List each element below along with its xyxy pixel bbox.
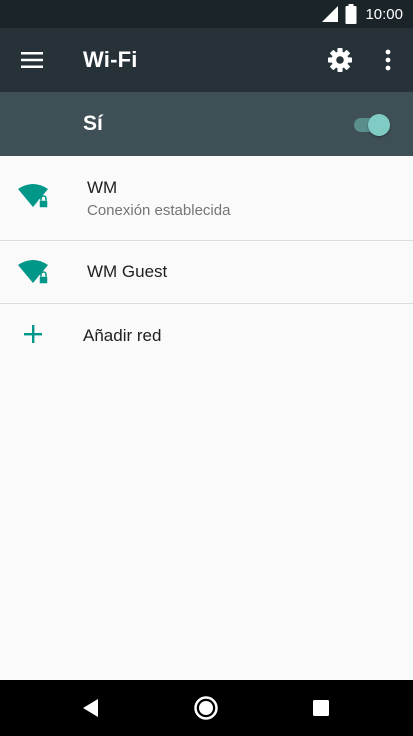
wifi-lock-icon — [18, 184, 49, 209]
network-name: WM — [87, 178, 118, 197]
network-list: WM Conexión establecida WM Guest Añadir … — [0, 156, 413, 368]
status-bar: 10:00 — [0, 0, 413, 28]
toggle-thumb — [368, 114, 390, 136]
switch-label: Sí — [83, 112, 103, 135]
status-time: 10:00 — [365, 5, 403, 23]
more-vert-icon — [385, 49, 391, 71]
network-name: WM Guest — [87, 262, 168, 281]
settings-button[interactable] — [326, 46, 354, 74]
wifi-lock-icon — [18, 260, 49, 285]
network-status: Conexión establecida — [87, 202, 231, 219]
list-item-network-wm-guest[interactable]: WM Guest — [0, 241, 413, 304]
add-network-button[interactable]: Añadir red — [0, 304, 413, 368]
battery-icon — [345, 4, 357, 24]
wifi-toggle[interactable] — [352, 114, 390, 136]
add-network-label: Añadir red — [83, 326, 162, 345]
menu-button[interactable] — [20, 49, 44, 71]
recents-icon[interactable] — [311, 698, 331, 718]
wifi-master-switch-bar[interactable]: Sí — [0, 92, 413, 156]
plus-icon — [24, 325, 42, 343]
home-icon[interactable] — [193, 695, 219, 721]
back-icon[interactable] — [80, 697, 102, 719]
page-title: Wi-Fi — [83, 47, 138, 72]
app-bar: Wi-Fi — [0, 28, 413, 92]
wifi-settings-screen: 10:00 Wi-Fi Sí WM Conexión establecida W… — [0, 0, 413, 736]
list-item-network-wm[interactable]: WM Conexión establecida — [0, 156, 413, 241]
cell-signal-icon — [322, 6, 339, 22]
menu-icon — [21, 52, 43, 68]
more-options-button[interactable] — [376, 46, 400, 74]
gear-icon — [328, 48, 352, 72]
navigation-bar — [0, 680, 413, 736]
